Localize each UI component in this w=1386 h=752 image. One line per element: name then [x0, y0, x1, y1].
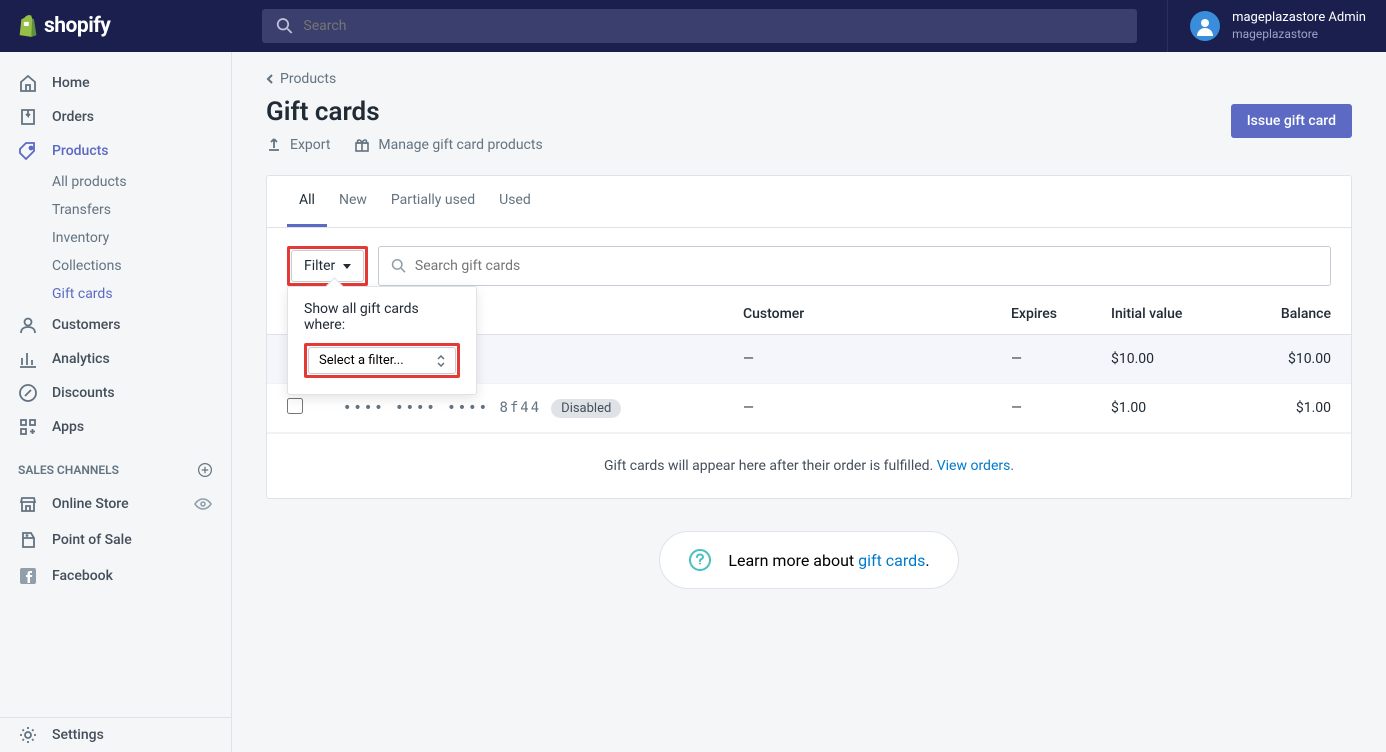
col-expires: Expires: [991, 294, 1091, 335]
page-title: Gift cards: [266, 97, 543, 127]
export-button[interactable]: Export: [266, 137, 330, 153]
search-wrapper: [232, 9, 1167, 43]
sidebar-item-settings[interactable]: Settings: [0, 718, 231, 752]
discounts-icon: [18, 383, 38, 403]
user-info: mageplazastore Admin mageplazastore: [1232, 10, 1366, 42]
sidebar-sub-collections[interactable]: Collections: [0, 252, 231, 280]
col-customer: Customer: [723, 294, 991, 335]
gift-card-code-suffix: 8f44: [499, 400, 541, 416]
global-search-input[interactable]: [303, 18, 1123, 34]
annotation-highlight-select: Select a filter...: [304, 343, 460, 378]
annotation-highlight: Filter: [287, 246, 368, 286]
learn-more-box: Learn more about gift cards.: [659, 531, 958, 589]
home-icon: [18, 73, 38, 93]
products-icon: [18, 141, 38, 161]
filter-select[interactable]: Select a filter...: [308, 347, 456, 374]
sidebar-item-orders[interactable]: Orders: [0, 100, 231, 134]
filter-bar: Filter Show all gift cards where: Select…: [267, 228, 1351, 294]
sidebar-item-products[interactable]: Products: [0, 134, 231, 168]
global-search[interactable]: [262, 9, 1137, 43]
cell-expires: —: [991, 384, 1091, 433]
gift-icon: [354, 137, 370, 153]
empty-state-message: Gift cards will appear here after their …: [267, 433, 1351, 498]
analytics-icon: [18, 349, 38, 369]
sidebar-sub-transfers[interactable]: Transfers: [0, 196, 231, 224]
cell-initial: $10.00: [1091, 335, 1241, 384]
manage-products-button[interactable]: Manage gift card products: [354, 137, 542, 153]
issue-gift-card-button[interactable]: Issue gift card: [1231, 104, 1352, 138]
view-store-icon[interactable]: [193, 494, 213, 514]
logo-text: shopify: [44, 14, 110, 38]
breadcrumb[interactable]: Products: [266, 71, 336, 87]
settings-icon: [18, 725, 38, 745]
filter-popover: Show all gift cards where: Select a filt…: [287, 286, 477, 395]
cell-customer: —: [723, 384, 991, 433]
gift-card-code-masked: •••• •••• ••••: [343, 400, 499, 416]
channel-facebook[interactable]: Facebook: [0, 558, 231, 594]
view-orders-link[interactable]: View orders: [937, 458, 1011, 474]
sales-channels-header: SALES CHANNELS: [0, 444, 231, 486]
tabs: All New Partially used Used: [267, 176, 1351, 228]
user-name: mageplazastore Admin: [1232, 10, 1366, 27]
help-icon: [688, 548, 712, 572]
logo[interactable]: shopify: [0, 14, 232, 38]
avatar: [1190, 11, 1220, 41]
sidebar-item-home[interactable]: Home: [0, 66, 231, 100]
sidebar-item-customers[interactable]: Customers: [0, 308, 231, 342]
cell-balance: $1.00: [1241, 384, 1351, 433]
search-gift-cards-input[interactable]: [415, 258, 1318, 274]
search-icon: [276, 17, 293, 35]
gift-cards-help-link[interactable]: gift cards: [858, 551, 925, 570]
facebook-icon: [18, 566, 38, 586]
sidebar-sub-inventory[interactable]: Inventory: [0, 224, 231, 252]
sidebar-item-apps[interactable]: Apps: [0, 410, 231, 444]
col-balance: Balance: [1241, 294, 1351, 335]
apps-icon: [18, 417, 38, 437]
pos-icon: [18, 530, 38, 550]
shopify-bag-icon: [18, 15, 38, 37]
cell-expires: —: [991, 335, 1091, 384]
cell-initial: $1.00: [1091, 384, 1241, 433]
search-gift-cards[interactable]: [378, 246, 1331, 286]
status-badge: Disabled: [551, 399, 621, 418]
popover-label: Show all gift cards where:: [304, 301, 460, 333]
main-content: Products Gift cards Export Manage gift c…: [232, 52, 1386, 752]
avatar-icon: [1195, 16, 1215, 36]
search-icon: [391, 258, 407, 274]
sidebar-sub-gift-cards[interactable]: Gift cards: [0, 280, 231, 308]
filter-button[interactable]: Filter: [291, 250, 364, 282]
row-checkbox[interactable]: [287, 398, 303, 414]
caret-down-icon: [343, 264, 351, 269]
select-caret-icon: [437, 355, 445, 367]
sidebar-item-analytics[interactable]: Analytics: [0, 342, 231, 376]
chevron-left-icon: [266, 73, 274, 85]
sidebar-sub-all-products[interactable]: All products: [0, 168, 231, 196]
gift-cards-card: All New Partially used Used Filter S: [266, 175, 1352, 499]
export-icon: [266, 137, 282, 153]
col-initial: Initial value: [1091, 294, 1241, 335]
topbar: shopify mageplazastore Admin mageplazast…: [0, 0, 1386, 52]
tab-partially-used[interactable]: Partially used: [379, 176, 487, 227]
tab-all[interactable]: All: [287, 176, 327, 227]
sidebar-item-discounts[interactable]: Discounts: [0, 376, 231, 410]
tab-used[interactable]: Used: [487, 176, 543, 227]
orders-icon: [18, 107, 38, 127]
cell-customer: —: [723, 335, 991, 384]
channel-online-store[interactable]: Online Store: [0, 486, 231, 522]
user-store: mageplazastore: [1232, 27, 1366, 43]
channel-point-of-sale[interactable]: Point of Sale: [0, 522, 231, 558]
store-icon: [18, 494, 38, 514]
sidebar: Home Orders Products All products Transf…: [0, 52, 232, 752]
tab-new[interactable]: New: [327, 176, 379, 227]
add-channel-icon[interactable]: [197, 462, 213, 478]
customers-icon: [18, 315, 38, 335]
cell-balance: $10.00: [1241, 335, 1351, 384]
user-menu[interactable]: mageplazastore Admin mageplazastore: [1167, 0, 1386, 52]
